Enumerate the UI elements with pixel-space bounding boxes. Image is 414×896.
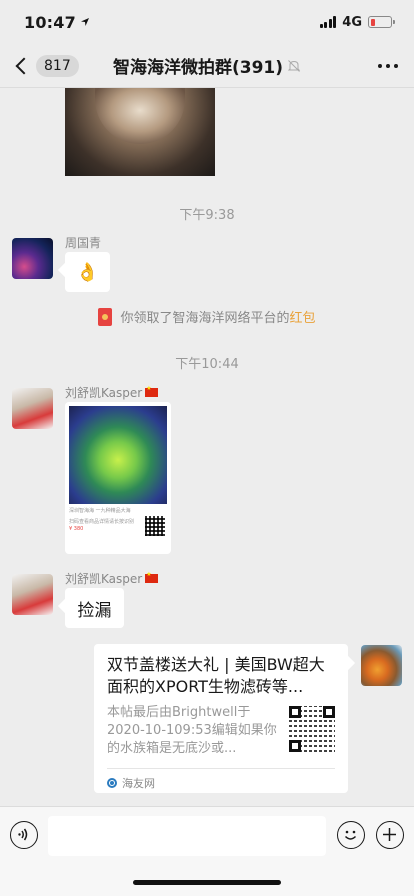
- image-message[interactable]: [65, 88, 215, 176]
- status-time: 10:47: [24, 13, 90, 32]
- link-body: 本帖最后由Brightwell于2020-10-109:53编辑如果你的水族箱是…: [107, 704, 335, 758]
- clock: 10:47: [24, 12, 76, 32]
- status-bar: 10:47 4G: [0, 0, 414, 44]
- more-button[interactable]: [378, 56, 398, 76]
- shared-image-message[interactable]: 深圳智海海 一九种精品大海 扫码查看商品详情请长按识别 ¥ 380: [65, 402, 171, 554]
- more-dot: [386, 64, 390, 68]
- own-avatar[interactable]: [361, 645, 402, 686]
- home-indicator: [133, 880, 281, 885]
- qr-code-thumbnail: [289, 706, 335, 752]
- signal-icon: [319, 16, 337, 28]
- source-name: 海友网: [122, 776, 155, 790]
- battery-level: [370, 18, 375, 26]
- message-text: 捡漏: [77, 600, 112, 621]
- source-logo-icon: [107, 777, 117, 788]
- status-indicators: 4G: [319, 14, 395, 30]
- back-button[interactable]: 817: [0, 54, 79, 77]
- message-bubble[interactable]: 👌: [65, 252, 110, 292]
- photo-content: [95, 88, 185, 144]
- network-type: 4G: [342, 14, 362, 30]
- avatar[interactable]: [12, 574, 53, 615]
- avatar[interactable]: [12, 388, 53, 429]
- message-input[interactable]: [48, 816, 326, 856]
- system-message-text: 你领取了智海海洋网络平台的: [120, 311, 290, 326]
- unread-count-badge: 817: [36, 54, 79, 77]
- chat-title: 智海海洋微拍群(391): [112, 58, 284, 78]
- bell-muted-icon: [287, 59, 301, 72]
- message-bubble[interactable]: 捡漏: [65, 588, 124, 628]
- link-source: 海友网: [107, 775, 335, 791]
- message-timestamp: 下午10:44: [175, 357, 239, 372]
- sender-name-text: 刘舒凯Kasper: [65, 572, 143, 586]
- link-description: 本帖最后由Brightwell于2020-10-109:53编辑如果你的水族箱是…: [107, 705, 277, 756]
- sender-name: 周国青: [65, 236, 102, 250]
- more-dot: [378, 64, 382, 68]
- card-caption: 深圳智海海 一九种精品大海: [69, 508, 131, 514]
- more-actions-button[interactable]: [376, 821, 404, 849]
- red-packet-link[interactable]: 红包: [290, 311, 316, 326]
- location-arrow-icon: [80, 18, 89, 26]
- link-title: 双节盖楼送大礼 | 美国BW超大面积的XPORT生物滤砖等...: [107, 655, 325, 696]
- red-packet-icon: [98, 307, 113, 326]
- system-message: 你领取了智海海洋网络平台的红包: [0, 307, 414, 326]
- sender-name-text: 刘舒凯Kasper: [65, 386, 143, 400]
- plus-icon: [383, 828, 396, 841]
- smiley-icon: [344, 830, 357, 840]
- chat-area[interactable]: 下午9:38 周国青 👌 你领取了智海海洋网络平台的红包 下午10:44 刘舒凯…: [0, 88, 414, 806]
- qr-code-icon: [145, 516, 165, 536]
- china-flag-icon: [145, 571, 159, 583]
- sender-name: 刘舒凯Kasper: [65, 570, 159, 587]
- voice-icon: [18, 828, 28, 841]
- link-card-message[interactable]: 双节盖楼送大礼 | 美国BW超大面积的XPORT生物滤砖等... 本帖最后由Br…: [94, 644, 348, 793]
- sender-name: 刘舒凯Kasper: [65, 384, 159, 401]
- emoji-button[interactable]: [337, 821, 365, 849]
- coral-image: [69, 406, 167, 504]
- message-timestamp: 下午9:38: [179, 208, 235, 223]
- china-flag-icon: [145, 385, 159, 397]
- avatar[interactable]: [12, 238, 53, 279]
- battery-icon: [368, 16, 395, 28]
- message-emoji: 👌: [76, 261, 99, 283]
- divider: [107, 768, 335, 769]
- chevron-left-icon: [15, 57, 33, 74]
- nav-bar: 817 智海海洋微拍群(391): [0, 44, 414, 88]
- voice-button[interactable]: [10, 821, 38, 849]
- more-dot: [394, 64, 398, 68]
